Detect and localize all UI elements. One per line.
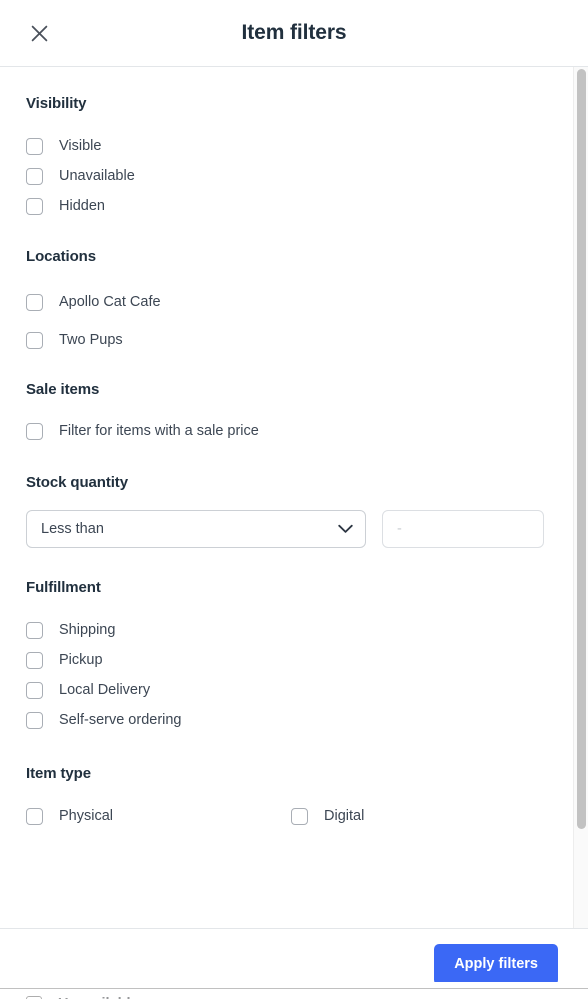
checkbox-label-unavailable: Unavailable <box>59 168 135 184</box>
section-stock-quantity: Stock quantity Less than <box>26 474 562 548</box>
checkbox-digital[interactable] <box>291 807 308 825</box>
checkbox-row-local-delivery[interactable]: Local Delivery <box>26 675 562 705</box>
modal-body: Visibility Visible Unavailable Hidden Lo… <box>0 67 588 928</box>
section-sale-items: Sale items Filter for items with a sale … <box>26 381 562 446</box>
checkbox-row-apollo-cat-cafe[interactable]: Apollo Cat Cafe <box>26 283 562 321</box>
background-page-peek: Unavailable <box>0 982 588 999</box>
item-type-options: Physical Digital <box>26 801 562 831</box>
modal-header: Item filters <box>0 0 588 67</box>
item-filters-modal: Item filters Visibility Visible Unavaila… <box>0 0 588 999</box>
checkbox-local-delivery[interactable] <box>26 681 43 699</box>
section-title-visibility: Visibility <box>26 95 87 112</box>
checkbox-label-physical: Physical <box>59 808 113 824</box>
close-icon[interactable] <box>26 20 52 46</box>
section-locations: Locations Apollo Cat Cafe Two Pups <box>26 248 562 359</box>
section-title-item-type: Item type <box>26 765 91 782</box>
section-fulfillment: Fulfillment Shipping Pickup Local Delive… <box>26 579 562 735</box>
section-title-sale-items: Sale items <box>26 381 100 398</box>
checkbox-row-physical[interactable]: Physical <box>26 807 291 825</box>
background-row: Unavailable <box>0 988 588 999</box>
scrollbar-track[interactable] <box>573 67 588 928</box>
checkbox-label-digital: Digital <box>324 808 365 824</box>
checkbox-row-sale-price[interactable]: Filter for items with a sale price <box>26 416 562 446</box>
checkbox-label-hidden: Hidden <box>59 198 105 214</box>
checkbox-two-pups[interactable] <box>26 331 43 349</box>
checkbox-physical[interactable] <box>26 807 43 825</box>
stock-quantity-input[interactable] <box>382 510 544 548</box>
checkbox-label-local-delivery: Local Delivery <box>59 682 151 698</box>
checkbox-row-unavailable[interactable]: Unavailable <box>26 161 562 191</box>
checkbox-row-self-serve-ordering[interactable]: Self-serve ordering <box>26 705 562 735</box>
checkbox-row-digital[interactable]: Digital <box>291 807 365 825</box>
background-row-label: Unavailable <box>58 996 139 999</box>
checkbox-label-pickup: Pickup <box>59 652 103 668</box>
checkbox-row-visible[interactable]: Visible <box>26 131 562 161</box>
checkbox-row-two-pups[interactable]: Two Pups <box>26 321 562 359</box>
checkbox-sale-price[interactable] <box>26 422 43 440</box>
checkbox-pickup[interactable] <box>26 651 43 669</box>
page-title: Item filters <box>241 21 347 44</box>
background-checkbox <box>26 995 42 999</box>
checkbox-row-pickup[interactable]: Pickup <box>26 645 562 675</box>
checkbox-label-apollo-cat-cafe: Apollo Cat Cafe <box>59 294 161 310</box>
stock-comparator-select[interactable]: Less than <box>26 510 366 548</box>
checkbox-shipping[interactable] <box>26 621 43 639</box>
scrollbar-thumb[interactable] <box>577 69 586 829</box>
checkbox-label-visible: Visible <box>59 138 102 154</box>
checkbox-label-sale-price: Filter for items with a sale price <box>59 423 259 439</box>
apply-filters-button[interactable]: Apply filters <box>434 943 558 985</box>
fulfillment-options: Shipping Pickup Local Delivery Self-serv… <box>26 615 562 735</box>
sale-items-options: Filter for items with a sale price <box>26 416 562 446</box>
section-title-locations: Locations <box>26 248 96 265</box>
visibility-options: Visible Unavailable Hidden <box>26 131 562 221</box>
checkbox-label-self-serve-ordering: Self-serve ordering <box>59 712 182 728</box>
locations-options: Apollo Cat Cafe Two Pups <box>26 283 562 359</box>
checkbox-unavailable[interactable] <box>26 167 43 185</box>
checkbox-row-shipping[interactable]: Shipping <box>26 615 562 645</box>
section-title-stock-quantity: Stock quantity <box>26 474 128 491</box>
checkbox-self-serve-ordering[interactable] <box>26 711 43 729</box>
section-item-type: Item type Physical Digital <box>26 765 562 855</box>
checkbox-hidden[interactable] <box>26 197 43 215</box>
checkbox-row-hidden[interactable]: Hidden <box>26 191 562 221</box>
checkbox-apollo-cat-cafe[interactable] <box>26 293 43 311</box>
checkbox-label-two-pups: Two Pups <box>59 332 123 348</box>
stock-quantity-controls: Less than <box>26 510 562 548</box>
section-visibility: Visibility Visible Unavailable Hidden <box>26 95 562 221</box>
checkbox-label-shipping: Shipping <box>59 622 116 638</box>
close-icon-glyph <box>31 25 47 41</box>
stock-comparator-value[interactable]: Less than <box>26 510 366 548</box>
checkbox-visible[interactable] <box>26 137 43 155</box>
section-title-fulfillment: Fulfillment <box>26 579 101 596</box>
